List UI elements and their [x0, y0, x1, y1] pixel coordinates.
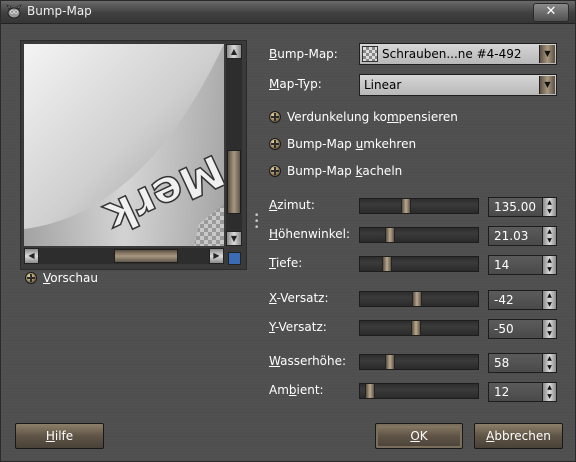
navigate-icon[interactable] — [228, 252, 241, 265]
compensate-label: Verdunkelung kompensieren — [287, 110, 458, 124]
decrement-icon[interactable]: ▼ — [543, 329, 556, 338]
chevron-down-icon[interactable]: ▼ — [539, 76, 555, 94]
y-offset-spinbutton[interactable]: -50 ▲ ▼ — [488, 319, 557, 339]
spin-arrows: ▲ ▼ — [542, 354, 556, 372]
waterlevel-label: Wasserhöhe: — [269, 354, 347, 368]
waterlevel-slider[interactable] — [359, 354, 479, 370]
y-offset-slider-thumb[interactable] — [411, 321, 421, 335]
scroll-left-arrow[interactable]: ◀ — [24, 248, 39, 264]
depth-spinbutton[interactable]: 14 ▲ ▼ — [488, 255, 557, 275]
x-offset-slider-thumb[interactable] — [412, 292, 422, 306]
decrement-icon[interactable]: ▼ — [543, 363, 556, 372]
scroll-right-arrow[interactable]: ▶ — [209, 248, 224, 264]
elevation-value[interactable]: 21.03 — [494, 229, 528, 243]
cancel-button[interactable]: Abbrechen — [474, 423, 563, 449]
maptype-value: Linear — [364, 78, 402, 92]
x-offset-slider[interactable] — [359, 291, 479, 307]
waterlevel-slider-thumb[interactable] — [385, 355, 395, 369]
azimuth-slider[interactable] — [359, 198, 479, 214]
help-button[interactable]: Hilfe — [15, 423, 104, 449]
arrow-up-icon: ▲ — [230, 47, 238, 56]
elevation-slider[interactable] — [359, 227, 479, 243]
bumpmap-select[interactable]: Schrauben...ne #4-492 ▼ — [359, 43, 557, 65]
preview-area: Merk ▲ ▼ ◀ ▶ — [20, 40, 247, 270]
y-offset-label: Y-Versatz: — [269, 320, 327, 334]
arrow-left-icon: ◀ — [28, 251, 35, 260]
spin-arrows: ▲ ▼ — [542, 383, 556, 401]
ambient-slider[interactable] — [359, 383, 479, 399]
elevation-slider-thumb[interactable] — [385, 228, 395, 242]
horizontal-scroll-thumb[interactable] — [114, 249, 178, 263]
depth-label: Tiefe: — [269, 256, 303, 270]
drawable-thumbnail — [362, 46, 378, 62]
tile-checkbox[interactable]: Bump-Map kacheln — [269, 164, 402, 178]
preview-vertical-scrollbar[interactable]: ▲ ▼ — [226, 44, 242, 246]
maptype-label: Map-Typ: — [269, 77, 322, 91]
depth-slider-thumb[interactable] — [382, 257, 392, 271]
close-button[interactable]: ✕ — [533, 3, 569, 22]
window-title: Bump-Map — [27, 4, 92, 18]
ambient-spinbutton[interactable]: 12 ▲ ▼ — [488, 382, 557, 402]
gimp-icon — [6, 4, 22, 19]
preview-toggle[interactable]: Vorschau — [25, 271, 98, 285]
ambient-value[interactable]: 12 — [494, 385, 509, 399]
spin-arrows: ▲ ▼ — [542, 198, 556, 216]
preview-horizontal-scrollbar[interactable]: ◀ ▶ — [24, 248, 224, 264]
ok-button[interactable]: OK — [375, 423, 463, 449]
decrement-icon[interactable]: ▼ — [543, 207, 556, 216]
ambient-slider-thumb[interactable] — [365, 384, 375, 398]
checkbox-icon[interactable] — [269, 138, 281, 150]
maptype-select[interactable]: Linear ▼ — [359, 74, 557, 96]
azimuth-slider-thumb[interactable] — [401, 199, 411, 213]
depth-slider[interactable] — [359, 256, 479, 272]
tile-label: Bump-Map kacheln — [287, 164, 403, 178]
x-offset-value[interactable]: -42 — [494, 293, 514, 307]
chevron-down-icon[interactable]: ▼ — [539, 45, 555, 63]
elevation-label: Höhenwinkel: — [269, 227, 351, 241]
invert-checkbox[interactable]: Bump-Map umkehren — [269, 137, 416, 151]
waterlevel-value[interactable]: 58 — [494, 356, 509, 370]
spin-arrows: ▲ ▼ — [542, 320, 556, 338]
checkbox-icon[interactable] — [269, 165, 281, 177]
bumpmap-value: Schrauben...ne #4-492 — [382, 47, 522, 61]
y-offset-slider[interactable] — [359, 320, 479, 336]
spin-arrows: ▲ ▼ — [542, 227, 556, 245]
arrow-down-icon: ▼ — [230, 234, 238, 243]
spin-arrows: ▲ ▼ — [542, 256, 556, 274]
preview-toggle-label: Vorschau — [43, 271, 98, 285]
scroll-up-arrow[interactable]: ▲ — [226, 44, 242, 59]
depth-value[interactable]: 14 — [494, 258, 509, 272]
x-offset-spinbutton[interactable]: -42 ▲ ▼ — [488, 290, 557, 310]
spin-arrows: ▲ ▼ — [542, 291, 556, 309]
decrement-icon[interactable]: ▼ — [543, 265, 556, 274]
pane-grip-icon[interactable]: • • • — [254, 212, 259, 233]
ambient-label: Ambient: — [269, 383, 324, 397]
toggle-icon[interactable] — [25, 272, 37, 284]
decrement-icon[interactable]: ▼ — [543, 300, 556, 309]
azimuth-value[interactable]: 135.00 — [494, 200, 536, 214]
scroll-down-arrow[interactable]: ▼ — [226, 231, 242, 246]
y-offset-value[interactable]: -50 — [494, 322, 514, 336]
azimuth-label: Azimut: — [269, 198, 315, 212]
vertical-scroll-thumb[interactable] — [227, 150, 241, 214]
elevation-spinbutton[interactable]: 21.03 ▲ ▼ — [488, 226, 557, 246]
decrement-icon[interactable]: ▼ — [543, 392, 556, 401]
x-offset-label: X-Versatz: — [269, 291, 329, 305]
invert-label: Bump-Map umkehren — [287, 137, 417, 151]
arrow-right-icon: ▶ — [213, 251, 220, 260]
bump-map-dialog: Bump-Map ✕ Merk ▲ ▼ ◀ ▶ Vorschau • • • B… — [0, 0, 576, 462]
azimuth-spinbutton[interactable]: 135.00 ▲ ▼ — [488, 197, 557, 217]
waterlevel-spinbutton[interactable]: 58 ▲ ▼ — [488, 353, 557, 373]
title-bar[interactable]: Bump-Map ✕ — [1, 1, 575, 24]
close-icon: ✕ — [545, 4, 557, 19]
compensate-checkbox[interactable]: Verdunkelung kompensieren — [269, 110, 458, 124]
bumpmap-label: Bump-Map: — [269, 47, 338, 61]
checkbox-icon[interactable] — [269, 111, 281, 123]
decrement-icon[interactable]: ▼ — [543, 236, 556, 245]
preview-image[interactable]: Merk — [24, 44, 224, 246]
